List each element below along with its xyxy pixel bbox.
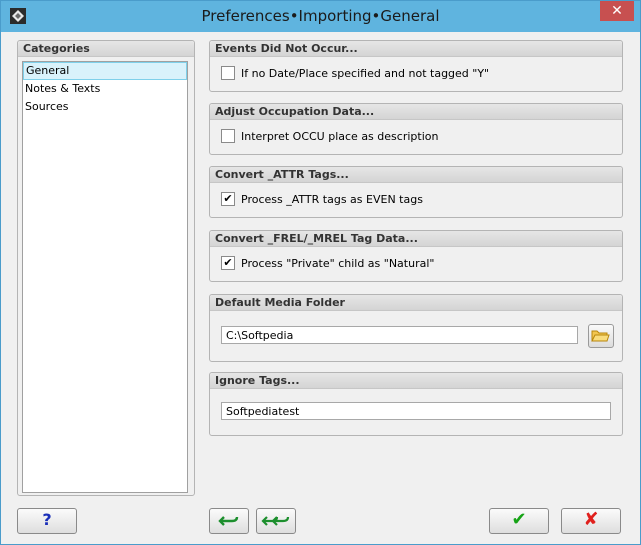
frel-group-title: Convert _FREL/_MREL Tag Data... — [210, 231, 622, 247]
category-item-sources[interactable]: Sources — [23, 98, 187, 116]
media-folder-group: Default Media Folder — [209, 294, 623, 362]
ignore-tags-input[interactable] — [221, 402, 611, 420]
attr-group-title: Convert _ATTR Tags... — [210, 167, 622, 183]
help-icon: ? — [42, 510, 52, 529]
undo-button[interactable] — [209, 508, 249, 534]
events-group-title: Events Did Not Occur... — [210, 41, 622, 57]
undo-all-button[interactable] — [256, 508, 296, 534]
media-folder-input[interactable] — [221, 326, 578, 344]
category-item-notes-texts[interactable]: Notes & Texts — [23, 80, 187, 98]
category-item-general[interactable]: General — [23, 62, 187, 80]
frel-group: Convert _FREL/_MREL Tag Data... ✔ Proces… — [209, 230, 623, 282]
undo-icon — [218, 516, 239, 526]
attr-group: Convert _ATTR Tags... ✔ Process _ATTR ta… — [209, 166, 623, 218]
folder-icon — [591, 330, 610, 342]
attr-option-label: Process _ATTR tags as EVEN tags — [241, 192, 423, 206]
preferences-window: Preferences•Importing•General ✕ Categori… — [0, 0, 641, 545]
occupation-group: Adjust Occupation Data... Interpret OCCU… — [209, 103, 623, 155]
categories-panel: Categories General Notes & Texts Sources — [17, 40, 195, 496]
categories-header: Categories — [18, 41, 194, 57]
categories-list[interactable]: General Notes & Texts Sources — [22, 61, 188, 493]
cancel-button[interactable]: ✘ — [561, 508, 621, 534]
attr-checkbox[interactable]: ✔ — [221, 192, 235, 206]
cancel-x-icon: ✘ — [583, 509, 599, 530]
close-icon: ✕ — [611, 3, 623, 19]
events-group: Events Did Not Occur... If no Date/Place… — [209, 40, 623, 92]
events-option-row[interactable]: If no Date/Place specified and not tagge… — [221, 66, 489, 80]
browse-folder-button[interactable] — [588, 324, 614, 348]
occupation-option-row[interactable]: Interpret OCCU place as description — [221, 129, 438, 143]
occupation-option-label: Interpret OCCU place as description — [241, 129, 439, 143]
ignore-tags-group: Ignore Tags... — [209, 372, 623, 436]
attr-option-row[interactable]: ✔ Process _ATTR tags as EVEN tags — [221, 192, 423, 206]
events-option-label: If no Date/Place specified and not tagge… — [241, 66, 490, 80]
ok-button[interactable]: ✔ — [489, 508, 549, 534]
close-button[interactable]: ✕ — [600, 1, 634, 21]
occupation-checkbox[interactable] — [221, 129, 235, 143]
help-button[interactable]: ? — [17, 508, 77, 534]
frel-checkbox[interactable]: ✔ — [221, 256, 235, 270]
ok-check-icon: ✔ — [511, 509, 527, 530]
frel-option-label: Process "Private" child as "Natural" — [241, 256, 435, 270]
window-title: Preferences•Importing•General — [201, 7, 440, 25]
ignore-tags-group-title: Ignore Tags... — [210, 373, 622, 389]
client-area: Categories General Notes & Texts Sources… — [8, 32, 633, 537]
title-bar[interactable]: Preferences•Importing•General ✕ — [1, 1, 640, 32]
media-folder-group-title: Default Media Folder — [210, 295, 622, 311]
undo-all-icon — [261, 516, 290, 526]
events-checkbox[interactable] — [221, 66, 235, 80]
frel-option-row[interactable]: ✔ Process "Private" child as "Natural" — [221, 256, 434, 270]
occupation-group-title: Adjust Occupation Data... — [210, 104, 622, 120]
